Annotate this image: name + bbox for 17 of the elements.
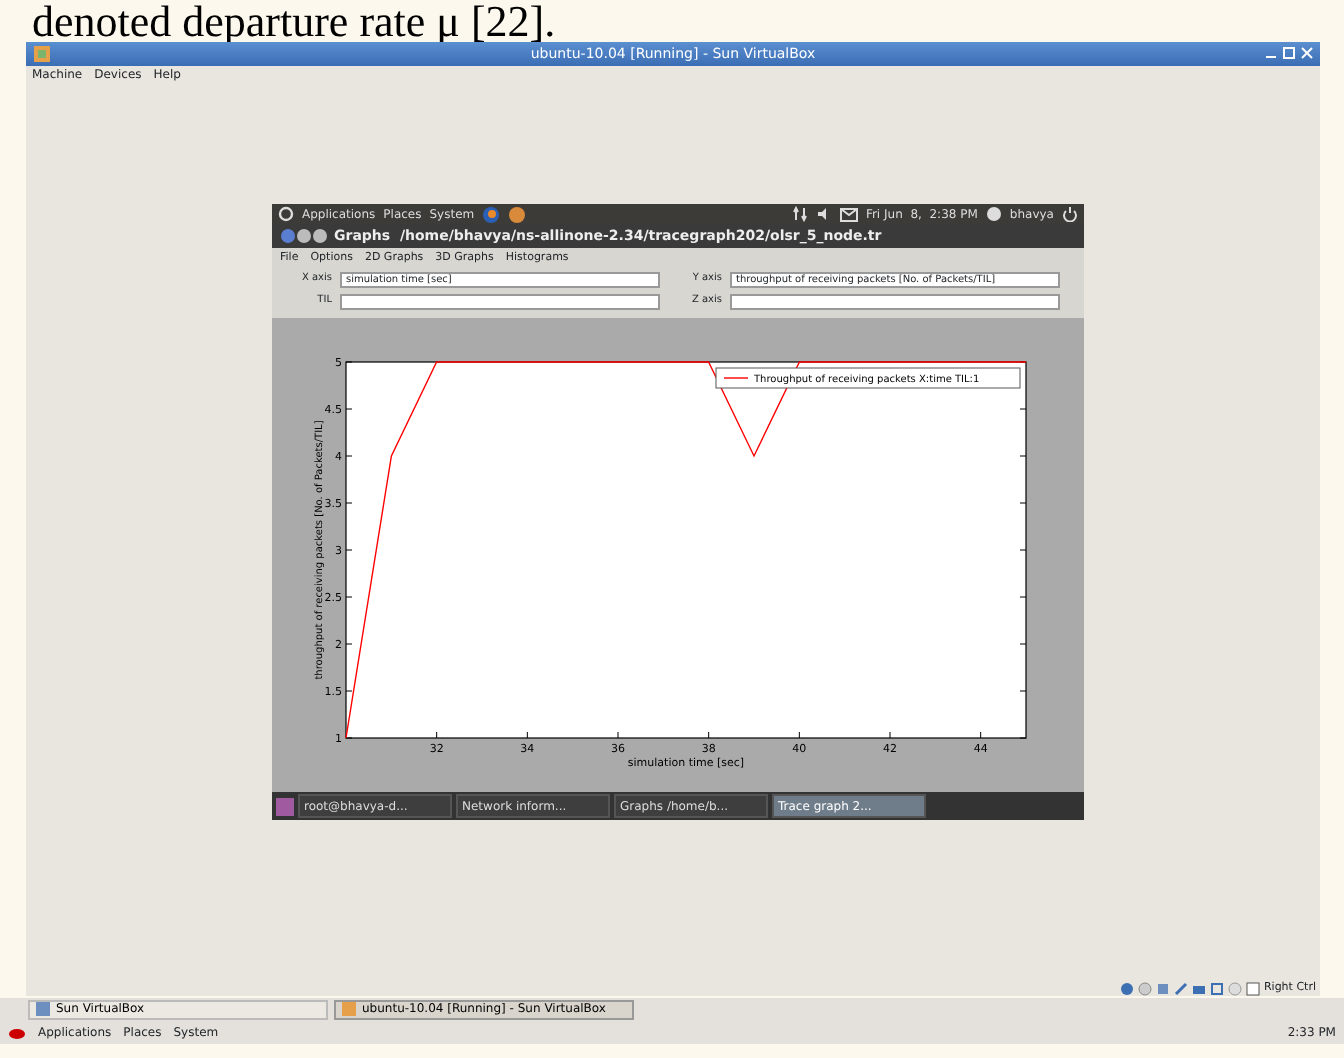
monitor-icon — [1209, 981, 1224, 995]
usb-icon — [1155, 981, 1170, 995]
mail-icon[interactable] — [839, 207, 858, 221]
pencil-icon — [1173, 981, 1188, 995]
ubuntu-logo-icon[interactable] — [278, 206, 294, 222]
window-controls-icon[interactable] — [280, 228, 328, 244]
folder-icon — [1191, 981, 1206, 995]
disk-icon — [1119, 981, 1134, 995]
power-icon[interactable] — [1062, 206, 1078, 222]
keyboard-icon — [1245, 981, 1260, 995]
input-field[interactable] — [340, 294, 660, 310]
show-desktop-icon[interactable] — [276, 797, 294, 815]
maximize-icon[interactable] — [1282, 46, 1296, 60]
redhat-icon[interactable] — [8, 1024, 26, 1040]
input-field[interactable] — [730, 294, 1060, 310]
close-icon[interactable] — [1300, 46, 1314, 60]
network-icon[interactable] — [791, 206, 808, 222]
